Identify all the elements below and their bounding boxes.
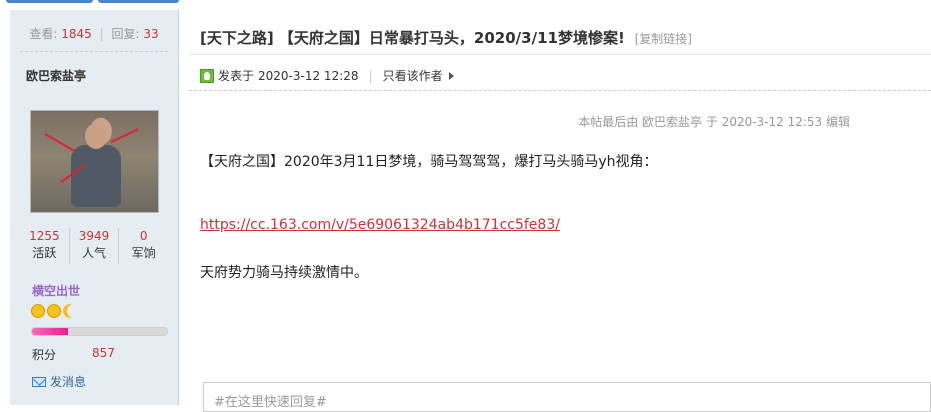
stat-label: 活跃 — [32, 246, 57, 260]
title-divider — [189, 54, 931, 55]
rank-progress-fill — [32, 328, 69, 335]
posted-prefix: 发表于 — [218, 69, 255, 83]
send-message-label: 发消息 — [50, 375, 87, 389]
credit-value: 857 — [92, 346, 115, 360]
avatar[interactable] — [30, 110, 159, 213]
author-name[interactable]: 欧巴索盐亭 — [26, 67, 86, 84]
mail-icon — [32, 376, 46, 387]
send-message-link[interactable]: 发消息 — [32, 373, 86, 390]
posted-time: 2020-3-12 12:28 — [258, 68, 359, 83]
author-sidebar: 查看: 1845 | 回复: 33 欧巴索盐亭 1255 活跃 3949 人气 … — [10, 10, 179, 405]
views-count: 1845 — [61, 27, 92, 41]
replies-count: 33 — [143, 27, 159, 41]
stat-popularity: 3949 人气 — [70, 228, 120, 264]
user-rank[interactable]: 横空出世 — [32, 282, 80, 299]
edited-note: 本帖最后由 欧巴索盐亭 于 2020-3-12 12:53 编辑 — [578, 115, 850, 129]
stat-value: 3949 — [78, 229, 110, 243]
meta-divider — [189, 90, 931, 91]
post-meta: 发表于 2020-3-12 12:28 | 只看该作者 — [200, 67, 454, 84]
moon-icon — [67, 304, 81, 318]
video-link[interactable]: https://cc.163.com/v/5e69061324ab4b171cc… — [200, 217, 560, 233]
post-line-1: 【天府之国】2020年3月11日梦境，骑马驾驾驾，爆打马头骑马yh视角： — [200, 154, 658, 170]
replies-label: 回复: — [111, 27, 140, 41]
avatar-arrow — [110, 128, 139, 143]
post-line-3: 天府势力骑马持续激情中。 — [200, 265, 368, 281]
profile-stats: 1255 活跃 3949 人气 0 军饷 — [20, 228, 168, 264]
views-label: 查看: — [29, 27, 58, 41]
rank-progress-bar — [31, 327, 168, 336]
avatar-arrow — [44, 133, 77, 153]
stat-label: 军饷 — [131, 246, 156, 260]
credit-row: 积分 857 — [32, 346, 172, 363]
author-only-link[interactable]: 只看该作者 — [383, 67, 443, 84]
meta-separator: | — [368, 68, 373, 83]
rank-icons — [31, 304, 81, 318]
stat-value: 1255 — [29, 229, 60, 243]
avatar-head — [85, 123, 107, 149]
avatar-figure — [71, 145, 121, 207]
stat-pay: 0 军饷 — [119, 228, 168, 264]
arrow-right-icon[interactable] — [448, 71, 454, 80]
stat-label: 人气 — [82, 246, 107, 260]
top-button-right[interactable] — [98, 0, 179, 3]
credit-label: 积分 — [32, 348, 57, 362]
stat-active: 1255 活跃 — [20, 228, 70, 264]
title-row: [天下之路] 【天府之国】日常暴打马头，2020/3/11梦境惨案! [复制链接… — [200, 27, 692, 48]
top-button-left[interactable] — [6, 0, 93, 3]
quick-reply-input[interactable]: #在这里快速回复# — [203, 382, 931, 412]
stat-value: 0 — [139, 229, 148, 243]
thread-title: [天下之路] 【天府之国】日常暴打马头，2020/3/11梦境惨案! — [200, 29, 625, 47]
smiley-icon — [47, 304, 61, 318]
thread-stats: 查看: 1845 | 回复: 33 — [20, 10, 168, 52]
stats-separator: | — [99, 27, 104, 41]
smiley-icon — [31, 304, 45, 318]
online-status-icon — [200, 68, 214, 83]
copy-link-button[interactable]: [复制链接] — [635, 32, 692, 46]
post-main: [天下之路] 【天府之国】日常暴打马头，2020/3/11梦境惨案! [复制链接… — [179, 10, 931, 412]
